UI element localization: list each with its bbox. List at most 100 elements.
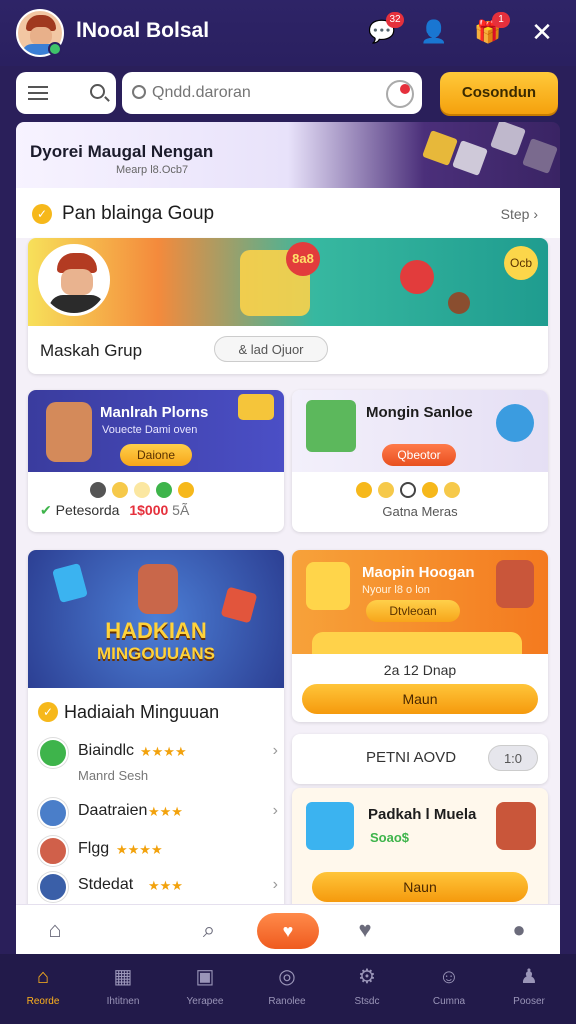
- search-icon[interactable]: ⌕: [196, 917, 222, 943]
- gold-block-icon: [422, 130, 458, 166]
- list-heading: Hadiaiah Minguuan: [64, 702, 220, 722]
- game-card-maopin[interactable]: Maopin Hoogan Nyour l8 o lon Dtvleoan 2a…: [292, 550, 548, 722]
- board-icon: ▣: [195, 966, 215, 988]
- character-figure: [306, 562, 350, 610]
- main-panel: ✓ Pan blainga Goup Step › 8a8 Ocb Maskah…: [16, 188, 560, 954]
- rating-stars: ★★★: [148, 804, 183, 819]
- search-icon[interactable]: [90, 84, 105, 99]
- promo-banner[interactable]: Dyorei Maugal Nengan Mearp l8.Ocb7: [16, 122, 560, 188]
- settings-icon: ⚙: [358, 966, 376, 988]
- primary-cta-button[interactable]: Cosondun: [440, 72, 558, 114]
- coin-icon: [400, 260, 434, 294]
- tab-store[interactable]: ▦ Ihtitnen: [88, 964, 158, 1007]
- character-figure: [46, 402, 92, 462]
- card-artwork: Manlrah Plorns Vouecte Dami oven Daione: [28, 390, 284, 472]
- check-icon: ✔: [40, 502, 52, 518]
- menu-search-box[interactable]: [16, 72, 116, 114]
- card-footer: ✔ Petesorda 1$000 5Ã: [40, 502, 190, 518]
- rating-stars: ★★★★: [116, 842, 163, 857]
- search-input[interactable]: [152, 82, 372, 104]
- home-icon: ⌂: [36, 966, 50, 988]
- globe-icon: ◎: [278, 966, 296, 988]
- tab-chat[interactable]: ☺ Cumna: [414, 964, 484, 1007]
- tab-profile[interactable]: ♟ Pooser: [494, 964, 564, 1007]
- rating-stars: ★★★★: [140, 744, 187, 759]
- user-icon[interactable]: 👤: [420, 18, 448, 46]
- info-pill[interactable]: 1:0: [488, 745, 538, 771]
- check-icon: ✓: [32, 204, 52, 224]
- menu-icon[interactable]: [28, 86, 48, 100]
- check-icon: ✓: [38, 702, 58, 722]
- list-item[interactable]: Stdedat ★★★ ›: [38, 870, 278, 906]
- card-title: Mongin Sanloe: [366, 404, 473, 421]
- card-subtitle: Nyour l8 o lon: [362, 584, 430, 596]
- game-card-hadkian[interactable]: HADKIAN MINGOUUANS ✓ Hadiaiah Minguuan B…: [28, 550, 284, 954]
- bottom-tab-bar: ⌂ Reorde ▦ Ihtitnen ▣ Yerapee ◎ Ranolee …: [0, 954, 576, 1024]
- list-item[interactable]: Daatraien ★★★ ›: [38, 796, 278, 832]
- card-subtitle: Soao$: [370, 830, 410, 845]
- card-artwork: Mongin Sanloe Qbeotor: [292, 390, 548, 472]
- gem-icon: [52, 562, 88, 604]
- chevron-right-icon: ›: [272, 802, 278, 819]
- tab-home[interactable]: ⌂ Reorde: [8, 964, 78, 1007]
- gift-icon[interactable]: 🎁 1: [474, 12, 510, 46]
- game-card-mongin[interactable]: Mongin Sanloe Qbeotor Gatna Meras: [292, 390, 548, 532]
- card-footer: Gatna Meras: [382, 504, 458, 519]
- hero-pill-button[interactable]: & lad Ojuor: [214, 336, 328, 362]
- profile-icon: ♟: [520, 966, 538, 988]
- hero-coin: Ocb: [504, 246, 538, 280]
- chat-bubble-icon[interactable]: 💬 32: [368, 12, 404, 46]
- avatar: [38, 738, 68, 768]
- tab-board[interactable]: ▣ Yerapee: [170, 964, 240, 1007]
- list-item[interactable]: Flgg ★★★★: [38, 834, 278, 870]
- profile-icon[interactable]: ●: [506, 917, 532, 943]
- card-action-button[interactable]: Naun: [312, 872, 528, 902]
- voice-icon[interactable]: [386, 80, 414, 108]
- card-subtitle: Vouecte Dami oven: [102, 424, 198, 436]
- notification-badge: 32: [386, 12, 404, 28]
- section-header: ✓ Pan blainga Goup Step ›: [16, 188, 560, 238]
- card-title: Padkah l Muela: [368, 806, 477, 823]
- banner-title: Dyorei Maugal Nengan: [30, 142, 214, 161]
- banner-subtitle: Mearp l8.Ocb7: [116, 164, 189, 176]
- avatar: [38, 836, 68, 866]
- card-button[interactable]: Daione: [120, 444, 192, 466]
- tab-globe[interactable]: ◎ Ranolee: [252, 964, 322, 1007]
- chevron-right-icon: ›: [272, 742, 278, 759]
- close-icon[interactable]: ✕: [528, 18, 556, 46]
- info-row-card[interactable]: PETNI AOVD 1:0: [292, 734, 548, 784]
- section-title: Pan blainga Goup: [62, 203, 215, 224]
- hero-card[interactable]: 8a8 Ocb Maskah Grup & lad Ojuor: [28, 238, 548, 374]
- hero-tag: 8a8: [286, 242, 320, 276]
- card-artwork: HADKIAN MINGOUUANS: [28, 550, 284, 688]
- home-icon[interactable]: ⌂: [42, 917, 68, 943]
- game-card-manlrah[interactable]: Manlrah Plorns Vouecte Dami oven Daione …: [28, 390, 284, 532]
- center-action-button[interactable]: ♥: [257, 913, 319, 949]
- character-avatar: [38, 244, 110, 316]
- avatar: [38, 798, 68, 828]
- block-character: [306, 400, 356, 452]
- card-title: Maopin Hoogan: [362, 564, 475, 581]
- stone-block-icon: [452, 140, 488, 176]
- progress-dots: [90, 482, 200, 500]
- search-bar[interactable]: [122, 72, 422, 114]
- list-item[interactable]: Biaindlc ★★★★ ›: [38, 736, 278, 772]
- card-button[interactable]: Dtvleoan: [366, 600, 460, 622]
- cookie-icon: [448, 292, 470, 314]
- rating-stars: ★★★: [148, 878, 183, 893]
- hero-artwork: 8a8 Ocb: [28, 238, 548, 326]
- top-bar: lNooal Bolsal 💬 32 👤 🎁 1 ✕: [0, 0, 576, 66]
- character-figure: [496, 560, 534, 608]
- chevron-right-icon: ›: [272, 876, 278, 893]
- progress-dots: [356, 482, 466, 500]
- art-title-2: MINGOUUANS: [96, 644, 216, 663]
- heart-icon[interactable]: ♥: [352, 917, 378, 943]
- section-more-link[interactable]: Step ›: [501, 206, 538, 222]
- character-figure: [496, 802, 536, 850]
- gift-box-icon: [306, 802, 354, 850]
- card-button[interactable]: Qbeotor: [382, 444, 456, 466]
- character-figure: [138, 564, 178, 614]
- tab-settings[interactable]: ⚙ Stsdc: [332, 964, 402, 1007]
- list-item-sub: Manrd Sesh: [78, 768, 149, 783]
- card-action-button[interactable]: Maun: [302, 684, 538, 714]
